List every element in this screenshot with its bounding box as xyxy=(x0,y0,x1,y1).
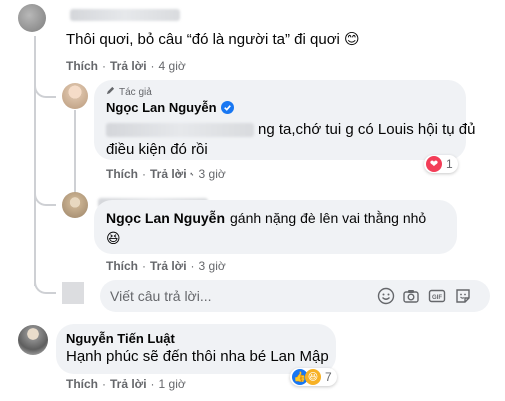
gif-icon[interactable]: GIF xyxy=(428,287,446,305)
separator: · xyxy=(102,59,106,73)
thread-connector xyxy=(34,188,56,206)
blurred-text xyxy=(106,123,254,138)
sticker-icon[interactable] xyxy=(454,287,472,305)
author-badge: Tác giả xyxy=(106,86,152,98)
timestamp[interactable]: 3 giờ xyxy=(199,259,226,273)
reaction-count: 7 xyxy=(325,370,332,384)
heart-icon: ❤ xyxy=(426,156,442,172)
separator: · xyxy=(102,377,106,391)
reply-input[interactable] xyxy=(110,288,360,304)
separator: · xyxy=(190,259,195,273)
camera-icon[interactable] xyxy=(402,287,420,305)
separator: · xyxy=(150,377,155,391)
separator: · xyxy=(142,259,146,273)
blurred-name-top xyxy=(70,6,180,24)
reaction-count-bottom[interactable]: 👍 😆 7 xyxy=(290,368,337,386)
reply-link[interactable]: Trả lời xyxy=(110,377,147,391)
like-link[interactable]: Thích xyxy=(106,167,138,181)
emoji-icon[interactable] xyxy=(377,287,395,305)
bottom-comment-text: Hạnh phúc sẽ đến thôi nha bé Lan Mập xyxy=(66,348,329,365)
pencil-icon xyxy=(106,86,115,98)
author-reply-text-1: ng ta,chớ tui g có Louis hội tụ đủ xyxy=(258,121,476,138)
author-badge-label: Tác giả xyxy=(119,86,152,98)
more-icon[interactable]: ··· xyxy=(176,165,195,183)
comment-text-top: Thôi quơi, bỏ câu “đó là người ta” đi qu… xyxy=(66,31,360,48)
thread-line xyxy=(34,36,36,286)
verified-badge-icon xyxy=(220,101,234,114)
comment-actions-author: Thích · Trả lời · 3 giờ xyxy=(106,167,226,181)
second-reply-row: Ngọc Lan Nguyễn gánh nặng đè lên vai thằ… xyxy=(106,208,426,228)
bottom-commenter-name[interactable]: Nguyễn Tiến Luật xyxy=(66,331,175,346)
comment-actions-top: Thích · Trả lời · 4 giờ xyxy=(66,59,186,73)
second-reply-text: gánh nặng đè lên vai thằng nhỏ xyxy=(230,210,427,226)
avatar-top-commenter[interactable] xyxy=(18,4,46,32)
second-reply-name[interactable]: Ngọc Lan Nguyễn xyxy=(106,210,225,226)
thread-connector xyxy=(34,276,56,294)
author-reply-text-2: điều kiện đó rồi xyxy=(106,141,208,158)
author-name[interactable]: Ngọc Lan Nguyễn xyxy=(106,100,217,115)
haha-icon: 😆 xyxy=(305,369,321,385)
author-name-row: Ngọc Lan Nguyễn xyxy=(106,100,234,115)
thread-connector xyxy=(34,80,56,98)
avatar-current-user[interactable] xyxy=(62,282,84,304)
author-reply-line1: ng ta,chớ tui g có Louis hội tụ đủ xyxy=(106,120,475,140)
timestamp[interactable]: 1 giờ xyxy=(159,377,186,391)
reply-input-box[interactable]: GIF xyxy=(100,280,490,312)
comment-actions-second: Thích · Trả lời · 3 giờ xyxy=(106,259,226,273)
timestamp[interactable]: 3 giờ xyxy=(199,167,226,181)
like-link[interactable]: Thích xyxy=(66,377,98,391)
reply-link[interactable]: Trả lời xyxy=(110,59,147,73)
comment-actions-bottom: Thích · Trả lời · 1 giờ xyxy=(66,377,186,391)
thread-line xyxy=(74,110,76,196)
reaction-count-author[interactable]: ❤ 1 xyxy=(424,155,458,173)
svg-text:GIF: GIF xyxy=(432,295,442,301)
reply-link[interactable]: Trả lời xyxy=(150,259,187,273)
avatar-second-replier[interactable] xyxy=(62,192,88,218)
avatar-author[interactable] xyxy=(62,83,88,109)
separator: · xyxy=(150,59,155,73)
avatar-bottom-commenter[interactable] xyxy=(18,325,48,355)
reaction-count: 1 xyxy=(446,157,453,171)
timestamp[interactable]: 4 giờ xyxy=(159,59,186,73)
like-link[interactable]: Thích xyxy=(66,59,98,73)
haha-icon: 😆 xyxy=(106,230,121,246)
separator: · xyxy=(142,167,146,181)
like-link[interactable]: Thích xyxy=(106,259,138,273)
